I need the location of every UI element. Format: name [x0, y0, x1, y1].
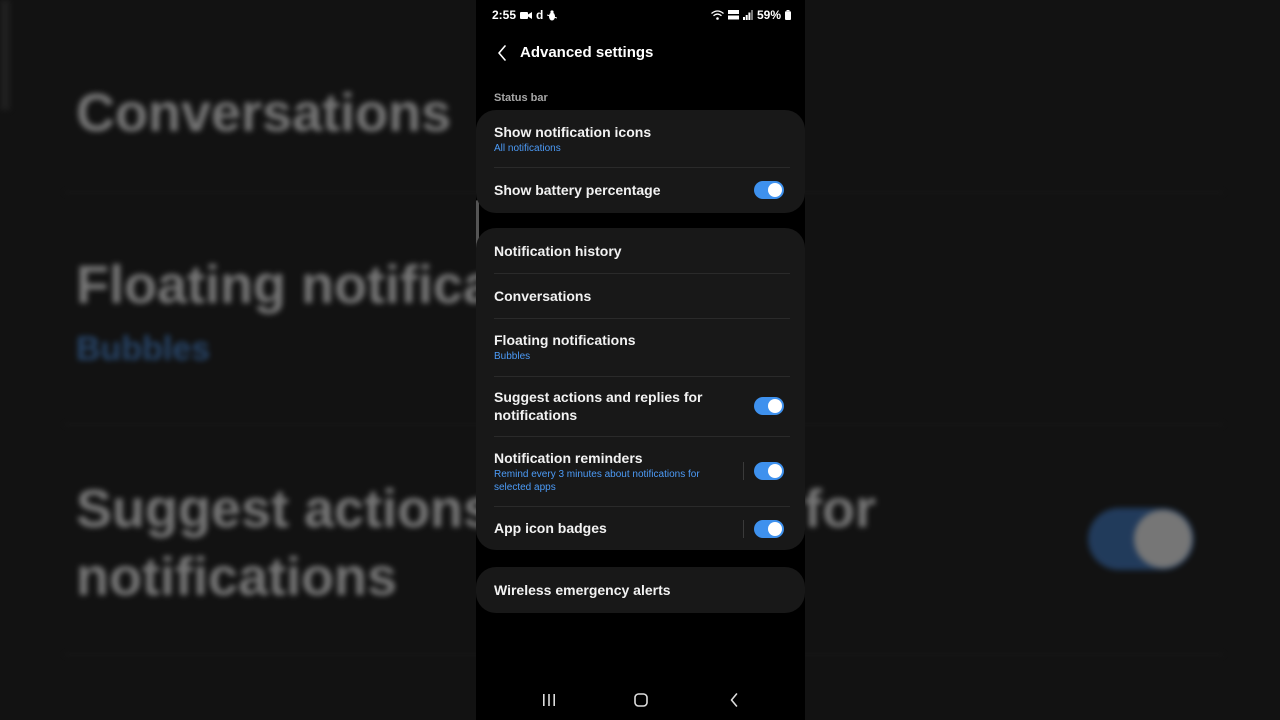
bug-icon [547, 9, 558, 21]
background-suggest-text: Suggest actions [76, 479, 494, 539]
item-subtitle: All notifications [494, 143, 561, 154]
recents-icon [542, 694, 556, 706]
item-subtitle: Bubbles [494, 351, 531, 362]
video-record-icon [520, 11, 533, 20]
item-title: Suggest actions and replies for notifica… [494, 389, 703, 423]
alerts-card: Wireless emergency alerts [476, 567, 805, 613]
background-for-text: for [804, 479, 876, 539]
item-title: Notification reminders [494, 450, 643, 466]
background-notifications-text: notifications [76, 547, 397, 607]
vertical-separator [743, 462, 744, 480]
phone-screen: 2:55 d 59% Advanced settings Status bar … [476, 0, 805, 720]
background-conversations-text: Conversations [76, 83, 452, 143]
back-nav-button[interactable] [719, 688, 749, 712]
status-bar: 2:55 d 59% [476, 0, 805, 30]
show-battery-percentage-item[interactable]: Show battery percentage [476, 168, 805, 213]
item-title: App icon badges [494, 520, 607, 536]
status-bar-settings-card: Show notification icons All notification… [476, 110, 805, 213]
suggest-actions-toggle[interactable] [754, 397, 784, 415]
background-scrollbar [0, 0, 10, 110]
floating-notifications-item[interactable]: Floating notifications Bubbles [476, 319, 805, 376]
battery-percentage-toggle[interactable] [754, 181, 784, 199]
battery-percentage: 59% [756, 8, 781, 22]
item-subtitle: Remind every 3 minutes about notificatio… [494, 469, 700, 493]
notification-history-item[interactable]: Notification history [476, 228, 805, 274]
wifi-icon [711, 10, 724, 20]
background-bubbles-text: Bubbles [76, 330, 211, 368]
back-arrow-icon [497, 45, 507, 61]
recents-button[interactable] [534, 688, 564, 712]
navigation-bar [476, 680, 805, 720]
section-label-status-bar: Status bar [494, 92, 548, 104]
battery-icon [785, 10, 791, 20]
show-notification-icons-item[interactable]: Show notification icons All notification… [476, 110, 805, 168]
notification-reminders-item[interactable]: Notification reminders Remind every 3 mi… [476, 437, 805, 505]
suggest-actions-item[interactable]: Suggest actions and replies for notifica… [476, 377, 805, 436]
item-title: Conversations [494, 288, 592, 304]
app-d-icon: d [536, 8, 544, 22]
home-icon [634, 693, 648, 707]
conversations-item[interactable]: Conversations [476, 274, 805, 318]
item-title: Floating notifications [494, 332, 636, 348]
vertical-separator [743, 520, 744, 538]
item-title: Show notification icons [494, 124, 652, 140]
item-title: Notification history [494, 243, 622, 259]
volte-icon [727, 10, 739, 20]
home-button[interactable] [626, 688, 656, 712]
app-header: Advanced settings [476, 36, 805, 70]
app-icon-badges-toggle[interactable] [754, 520, 784, 538]
wireless-emergency-alerts-item[interactable]: Wireless emergency alerts [476, 567, 805, 613]
item-title: Show battery percentage [494, 182, 661, 198]
notification-settings-card: Notification history Conversations Float… [476, 228, 805, 550]
item-title: Wireless emergency alerts [494, 582, 671, 598]
page-title: Advanced settings [520, 44, 654, 61]
clock: 2:55 [492, 8, 517, 22]
signal-icon [742, 10, 753, 20]
notification-reminders-toggle[interactable] [754, 462, 784, 480]
background-toggle [1088, 508, 1194, 570]
back-icon [730, 693, 738, 707]
app-icon-badges-item[interactable]: App icon badges [476, 507, 805, 550]
back-button[interactable] [490, 41, 514, 65]
background-floating-text: Floating notifica [76, 255, 493, 315]
